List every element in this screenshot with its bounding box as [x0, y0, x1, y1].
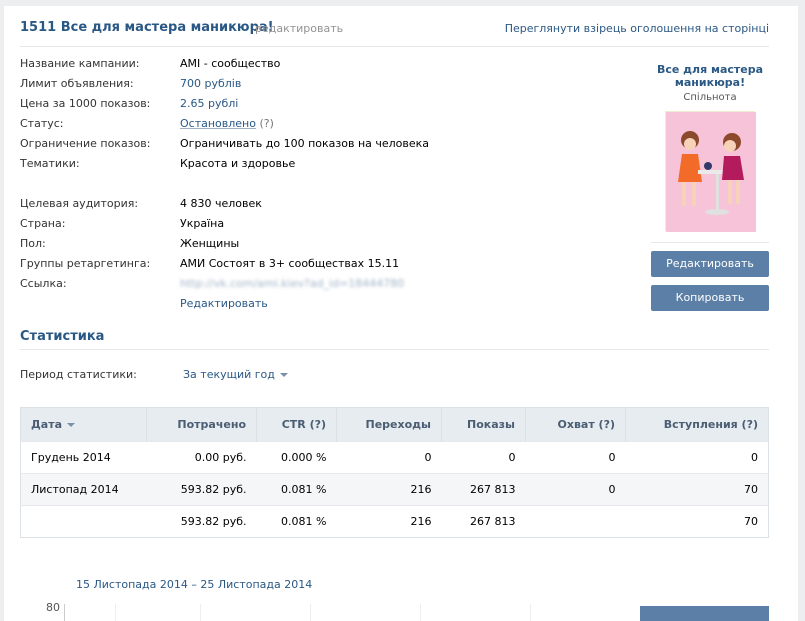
column-header-ctr[interactable]: CTR (?)	[256, 407, 337, 442]
detail-label: Статус:	[20, 117, 64, 130]
detail-label: Пол:	[20, 237, 46, 250]
table-cell: 0.00 руб.	[146, 441, 257, 474]
table-cell: 0	[525, 473, 626, 506]
detail-label: Ограничение показов:	[20, 137, 151, 150]
detail-label: Группы ретаргетинга:	[20, 257, 151, 270]
column-header-reach[interactable]: Охват (?)	[525, 407, 626, 442]
table-cell: 0.081 %	[256, 505, 337, 538]
table-cell: 0	[441, 441, 526, 474]
table-cell: 70	[625, 473, 769, 506]
table-cell: 593.82 руб.	[146, 473, 257, 506]
table-cell: 0	[625, 441, 769, 474]
statistics-title: Статистика	[20, 329, 105, 344]
table-cell: Листопад 2014	[20, 473, 147, 506]
period-value: За текущий год	[183, 368, 275, 381]
table-cell: 216	[336, 505, 442, 538]
ad-preview[interactable]: Все для мастера маникюра! Спільнота	[651, 63, 769, 232]
copy-button[interactable]: Копировать	[651, 285, 769, 311]
limit-link[interactable]: 700 рублів	[180, 77, 241, 90]
column-header-clicks[interactable]: Переходы	[336, 407, 442, 442]
edit-details-link[interactable]: Редактировать	[180, 297, 268, 310]
detail-value: 4 830 человек	[180, 197, 262, 210]
statistics-header: Статистика	[20, 329, 769, 350]
table-cell	[525, 505, 626, 538]
period-label: Период статистики:	[20, 368, 137, 381]
table-row: Грудень 2014 0.00 руб. 0.000 % 0 0 0 0	[20, 441, 769, 474]
ad-separator	[651, 242, 769, 243]
table-cell	[20, 505, 147, 538]
detail-label: Название кампании:	[20, 57, 140, 70]
preview-ad-link[interactable]: Переглянути взірець оголошення на сторін…	[505, 22, 769, 35]
table-cell: Грудень 2014	[20, 441, 147, 474]
detail-label: Цена за 1000 показов:	[20, 97, 151, 110]
detail-value: AMI - сообщество	[180, 57, 281, 70]
statistics-table: Дата Потрачено CTR (?) Переходы Показы О…	[20, 407, 769, 538]
detail-label: Ссылка:	[20, 277, 67, 290]
chart-date-range: 15 Листопада 2014 – 25 Листопада 2014	[76, 578, 313, 591]
table-cell: 267 813	[441, 473, 526, 506]
status-link[interactable]: Остановлено	[180, 117, 256, 130]
detail-label: Тематики:	[20, 157, 80, 170]
table-cell: 593.82 руб.	[146, 505, 257, 538]
edit-button[interactable]: Редактировать	[651, 251, 769, 277]
period-dropdown[interactable]: За текущий год	[183, 368, 288, 381]
chart-side-button[interactable]	[640, 606, 769, 621]
table-cell: 0	[336, 441, 442, 474]
gridline	[200, 604, 201, 621]
table-cell: 70	[625, 505, 769, 538]
detail-value: Красота и здоровье	[180, 157, 296, 170]
table-cell: 0	[525, 441, 626, 474]
detail-label: Лимит объявления:	[20, 77, 134, 90]
column-header-spent[interactable]: Потрачено	[146, 407, 257, 442]
table-header-row: Дата Потрачено CTR (?) Переходы Показы О…	[20, 407, 769, 442]
sort-icon	[67, 423, 76, 427]
campaign-header: 1511 Все для мастера маникюра! редактиро…	[20, 17, 769, 47]
edit-title-link[interactable]: редактировать	[255, 22, 343, 35]
table-row: Листопад 2014 593.82 руб. 0.081 % 216 26…	[20, 473, 769, 506]
gridline	[420, 604, 421, 621]
chevron-down-icon	[279, 373, 288, 377]
chart-y-tick: 80	[46, 601, 60, 614]
gridline	[115, 604, 116, 621]
ad-preview-title[interactable]: Все для мастера маникюра!	[651, 63, 769, 89]
column-header-joins[interactable]: Вступления (?)	[625, 407, 769, 442]
price-link[interactable]: 2.65 рублі	[180, 97, 238, 110]
detail-value: АМИ Состоят в 3+ сообществах 15.11	[180, 257, 400, 270]
table-total-row: 593.82 руб. 0.081 % 216 267 813 70	[20, 505, 769, 538]
campaign-title: 1511 Все для мастера маникюра!	[20, 20, 274, 35]
manicure-illustration	[666, 112, 756, 232]
detail-value: Ограничивать до 100 показов на человека	[180, 137, 430, 150]
status-value: Остановлено (?)	[180, 117, 274, 130]
detail-value: Женщины	[180, 237, 240, 250]
gridline	[530, 604, 531, 621]
table-cell: 0.000 %	[256, 441, 337, 474]
column-label: Дата	[31, 418, 63, 431]
column-header-date[interactable]: Дата	[20, 407, 147, 442]
detail-label: Целевая аудитория:	[20, 197, 139, 210]
table-cell: 0.081 %	[256, 473, 337, 506]
ad-preview-image[interactable]	[665, 111, 756, 232]
column-header-impressions[interactable]: Показы	[441, 407, 526, 442]
chart-plot-area	[64, 604, 618, 621]
detail-value: Україна	[180, 217, 225, 230]
detail-label: Страна:	[20, 217, 66, 230]
table-cell: 267 813	[441, 505, 526, 538]
table-cell: 216	[336, 473, 442, 506]
ad-url-link[interactable]: http://vk.com/ami.kiev?ad_id=18444780	[180, 277, 404, 290]
ad-preview-subtitle: Спільнота	[683, 92, 737, 103]
status-help[interactable]: (?)	[259, 117, 273, 130]
gridline	[310, 604, 311, 621]
